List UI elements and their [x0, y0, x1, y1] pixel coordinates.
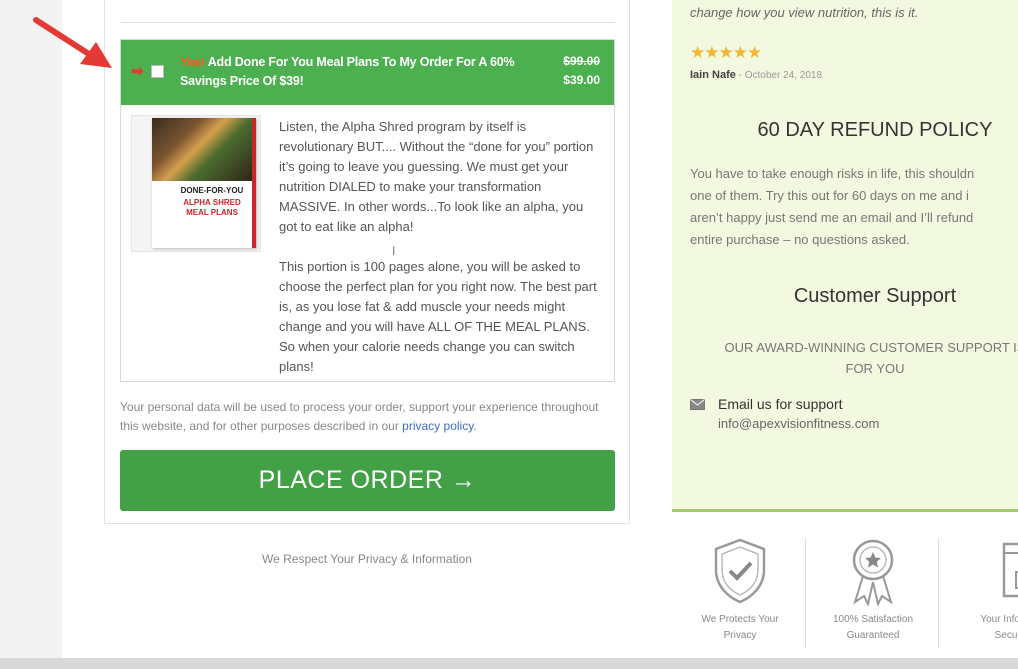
badge-security: Your Inform Secu	[946, 524, 1018, 644]
reviewer-name: Iain Nafe	[690, 69, 736, 81]
book-cover: DONE-FOR-YOU ALPHA SHRED MEAL PLANS	[152, 118, 256, 248]
refund-line: You have to take enough risks in life, t…	[690, 166, 975, 181]
badge-satisfaction-label: 100% Satisfaction Guaranteed	[813, 612, 933, 644]
badge-privacy: We Protects Your Privacy	[680, 524, 800, 644]
badge-privacy-label: We Protects Your Privacy	[680, 612, 800, 644]
trust-badges: We Protects Your Privacy 100% Satisfacti…	[672, 524, 1018, 658]
support-line: FOR YOU	[845, 361, 905, 376]
order-bump-offer: Add Done For You Meal Plans To My Order …	[180, 55, 515, 88]
secure-browser-icon	[1002, 542, 1018, 598]
reviewer: Iain Nafe - October 24, 2018	[690, 69, 822, 81]
badge-divider	[938, 538, 939, 648]
red-pointer-arrow-icon	[33, 17, 112, 68]
left-margin	[0, 0, 62, 658]
order-bump: ➡ Yes! Add Done For You Meal Plans To My…	[120, 39, 615, 382]
book-title-line2: ALPHA SHRED MEAL PLANS	[183, 198, 241, 217]
new-price: $39.00	[563, 73, 600, 87]
review-date: - October 24, 2018	[735, 70, 823, 81]
badge-line: Your Inform	[980, 614, 1018, 625]
badge-line: Guaranteed	[846, 630, 900, 641]
order-bump-checkbox[interactable]	[151, 65, 164, 78]
refund-policy-text: You have to take enough risks in life, t…	[690, 163, 1018, 251]
place-order-button[interactable]: PLACE ORDER →	[120, 450, 615, 511]
sidebar-bottom-border	[672, 509, 1018, 512]
badge-satisfaction: 100% Satisfaction Guaranteed	[813, 524, 933, 644]
badge-line: Secu	[994, 630, 1018, 641]
badge-line: 100% Satisfaction	[832, 614, 914, 625]
badge-divider	[805, 538, 806, 648]
description-paragraph-2: This portion is 100 pages alone, you wil…	[279, 259, 597, 374]
product-image: DONE-FOR-YOU ALPHA SHRED MEAL PLANS	[131, 115, 261, 252]
privacy-note-text: Your personal data will be used to proce…	[120, 400, 599, 433]
refund-line: aren’t happy just send me an email and I…	[690, 210, 974, 225]
privacy-note: Your personal data will be used to proce…	[120, 398, 615, 436]
old-price: $99.00	[563, 54, 600, 68]
order-bump-description: Listen, the Alpha Shred program by itsel…	[279, 117, 599, 397]
description-paragraph-1: Listen, the Alpha Shred program by itsel…	[279, 119, 594, 234]
book-spine	[252, 118, 256, 248]
badge-security-label: Your Inform Secu	[946, 612, 1018, 644]
customer-support-title: Customer Support	[793, 285, 957, 307]
privacy-note-end: .	[473, 419, 477, 433]
privacy-policy-link[interactable]: privacy policy	[402, 419, 473, 433]
support-line: OUR AWARD-WINNING CUSTOMER SUPPORT IS	[724, 340, 1018, 355]
food-photo	[152, 118, 256, 181]
email-support-label: Email us for support	[718, 396, 843, 412]
arrow-right-icon: ➡	[131, 63, 144, 80]
badge-line: We Protects Your	[701, 614, 779, 625]
badge-line: Privacy	[723, 630, 757, 641]
envelope-icon	[690, 399, 705, 410]
bottom-scroll-strip	[0, 658, 1018, 669]
refund-line: one of them. Try this out for 60 days on…	[690, 188, 969, 203]
order-bump-yes: Yes!	[180, 55, 205, 69]
privacy-respect-text: We Respect Your Privacy & Information	[262, 552, 472, 566]
support-email-link[interactable]: info@apexvisionfitness.com	[718, 416, 879, 431]
sidebar: change how you view nutrition, this is i…	[672, 0, 1018, 512]
five-star-rating-icon: ★★★★★	[690, 43, 762, 62]
customer-support-text: OUR AWARD-WINNING CUSTOMER SUPPORT IS FO…	[690, 337, 1018, 379]
top-divider	[121, 22, 615, 23]
shield-check-icon	[714, 538, 766, 604]
refund-policy-title: 60 DAY REFUND POLICY	[757, 119, 993, 141]
testimonial-quote: change how you view nutrition, this is i…	[690, 5, 919, 20]
award-ribbon-icon	[852, 539, 894, 606]
order-bump-header[interactable]: ➡ Yes! Add Done For You Meal Plans To My…	[121, 40, 614, 105]
text-cursor-icon: I	[392, 244, 396, 258]
book-title-line1: DONE-FOR-YOU	[180, 186, 244, 195]
order-bump-title[interactable]: Yes! Add Done For You Meal Plans To My O…	[180, 53, 540, 91]
refund-line: entire purchase – no questions asked.	[690, 232, 910, 247]
